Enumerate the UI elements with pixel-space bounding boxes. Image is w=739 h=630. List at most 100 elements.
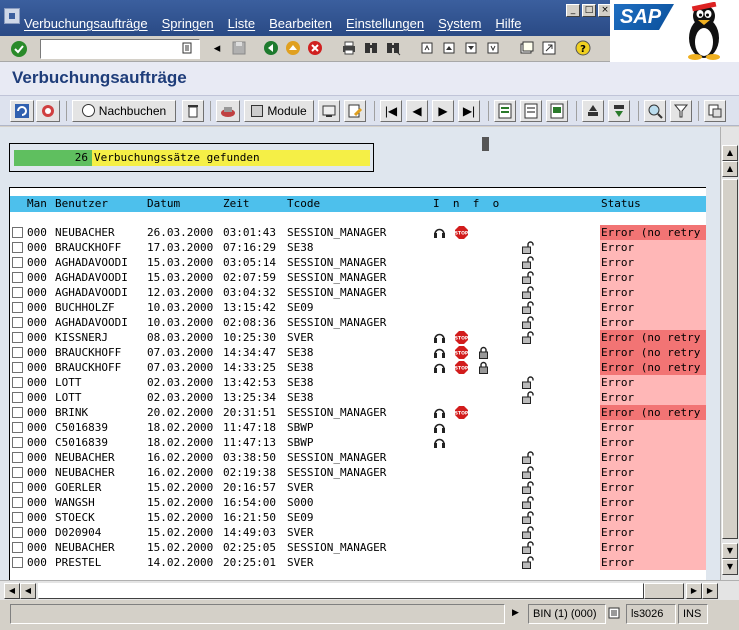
menu-bearbeiten[interactable]: Bearbeiten (269, 16, 332, 31)
cell-user[interactable]: LOTT (55, 375, 82, 390)
last-page-icon[interactable] (484, 40, 502, 58)
cell-user[interactable]: WANGSH (55, 495, 95, 510)
table-row[interactable]: 000 STOECK 15.02.2000 16:21:50 SE09 Error (10, 510, 706, 525)
back-icon[interactable] (262, 40, 280, 58)
first-page-icon[interactable] (418, 40, 436, 58)
sort-ascending-button[interactable] (582, 100, 604, 122)
scroll-down-small-button[interactable]: ▼ (722, 543, 738, 559)
header-status[interactable]: Status (601, 196, 641, 212)
deselect-all-button[interactable] (520, 100, 542, 122)
scroll-left-button[interactable]: ◀ (4, 583, 20, 599)
cell-user[interactable]: NEUBACHER (55, 465, 115, 480)
row-select-checkbox[interactable] (12, 317, 23, 328)
row-select-checkbox[interactable] (12, 257, 23, 268)
command-history-icon[interactable] (180, 42, 194, 56)
previous-entry-button[interactable]: ◀ (406, 100, 428, 122)
nachbuchen-button[interactable]: Nachbuchen (72, 100, 176, 122)
cell-user[interactable]: NEUBACHER (55, 450, 115, 465)
cell-user[interactable]: AGHADAVOODI (55, 315, 128, 330)
scroll-right-small-button[interactable]: ▶ (686, 583, 702, 599)
row-select-checkbox[interactable] (12, 287, 23, 298)
row-select-checkbox[interactable] (12, 407, 23, 418)
cell-user[interactable]: BRINK (55, 405, 88, 420)
system-info-list-icon[interactable] (608, 607, 622, 621)
enter-check-icon[interactable] (10, 40, 28, 58)
table-row[interactable]: 000 LOTT 02.03.2000 13:25:34 SE38 Error (10, 390, 706, 405)
cell-user[interactable]: KISSNERJ (55, 330, 108, 345)
save-icon[interactable] (230, 40, 248, 58)
table-row[interactable]: 000 BUCHHOLZF 10.03.2000 13:15:42 SE09 Error (10, 300, 706, 315)
row-select-checkbox[interactable] (12, 482, 23, 493)
cell-user[interactable]: AGHADAVOODI (55, 270, 128, 285)
export-button[interactable] (704, 100, 726, 122)
cell-user[interactable]: BRAUCKHOFF (55, 345, 121, 360)
scroll-right-button[interactable]: ▶ (702, 583, 718, 599)
row-select-checkbox[interactable] (12, 497, 23, 508)
vertical-scroll-thumb[interactable] (722, 179, 738, 539)
table-row[interactable]: 000 NEUBACHER 26.03.2000 03:01:43 SESSION_MA… (10, 225, 706, 240)
table-row[interactable]: 000 AGHADAVOODI 12.03.2000 03:04:32 SESSION_… (10, 285, 706, 300)
find-icon[interactable] (362, 40, 380, 58)
header-man[interactable]: Man (27, 196, 47, 212)
cell-user[interactable]: BRAUCKHOFF (55, 240, 121, 255)
menu-liste[interactable]: Liste (228, 16, 255, 31)
select-block-button[interactable] (546, 100, 568, 122)
insert-mode-field[interactable]: INS (678, 604, 708, 624)
display-data-button[interactable] (318, 100, 340, 122)
cell-user[interactable]: NEUBACHER (55, 225, 115, 240)
table-row[interactable]: 000 BRAUCKHOFF 07.03.2000 14:33:25 SE38 STOP E… (10, 360, 706, 375)
cell-user[interactable]: LOTT (55, 390, 82, 405)
scroll-up-small-button[interactable]: ▲ (722, 161, 738, 177)
cell-user[interactable]: C5016839 (55, 420, 108, 435)
header-info[interactable]: I n f o (433, 196, 499, 212)
row-select-checkbox[interactable] (12, 452, 23, 463)
cancel-icon[interactable] (306, 40, 324, 58)
scroll-left-small-button[interactable]: ◀ (20, 583, 36, 599)
command-field[interactable] (40, 39, 200, 59)
horizontal-scroll-track[interactable] (38, 583, 644, 599)
cell-user[interactable]: BUCHHOLZF (55, 300, 115, 315)
header-benutzer[interactable]: Benutzer (55, 196, 108, 212)
row-select-checkbox[interactable] (12, 437, 23, 448)
table-row[interactable]: 000 BRAUCKHOFF 17.03.2000 07:16:29 SE38 Error (10, 240, 706, 255)
next-page-icon[interactable] (462, 40, 480, 58)
table-row[interactable]: 000 BRAUCKHOFF 07.03.2000 14:34:47 SE38 STOP E… (10, 345, 706, 360)
table-row[interactable]: 000 NEUBACHER 16.02.2000 03:38:50 SESSION_MA… (10, 450, 706, 465)
delete-button[interactable] (182, 100, 204, 122)
cell-user[interactable]: STOECK (55, 510, 95, 525)
previous-page-icon[interactable] (440, 40, 458, 58)
row-select-checkbox[interactable] (12, 557, 23, 568)
row-select-checkbox[interactable] (12, 242, 23, 253)
delete-records-button[interactable] (36, 100, 60, 122)
table-row[interactable]: 000 WANGSH 15.02.2000 16:54:00 S000 Error (10, 495, 706, 510)
table-row[interactable]: 000 LOTT 02.03.2000 13:42:53 SE38 Error (10, 375, 706, 390)
table-row[interactable]: 000 BRINK 20.02.2000 20:31:51 SESSION_MANAGE… (10, 405, 706, 420)
cell-user[interactable]: D020904 (55, 525, 101, 540)
module-button[interactable]: Module (244, 100, 314, 122)
select-all-button[interactable] (494, 100, 516, 122)
help-icon[interactable]: ? (574, 40, 592, 58)
system-info-field[interactable]: BIN (1) (000) (528, 604, 606, 624)
header-tcode[interactable]: Tcode (287, 196, 320, 212)
table-row[interactable]: 000 D020904 15.02.2000 14:49:03 SVER Error (10, 525, 706, 540)
first-entry-button[interactable]: |◀ (380, 100, 402, 122)
cell-user[interactable]: NEUBACHER (55, 540, 115, 555)
status-expand-arrow-icon[interactable]: ▶ (512, 608, 519, 618)
table-row[interactable]: 000 NEUBACHER 15.02.2000 02:25:05 SESSION_MA… (10, 540, 706, 555)
minimize-button[interactable]: _ (566, 4, 580, 17)
menu-springen[interactable]: Springen (162, 16, 214, 31)
row-select-checkbox[interactable] (12, 392, 23, 403)
row-select-checkbox[interactable] (12, 512, 23, 523)
search-button[interactable] (644, 100, 666, 122)
table-row[interactable]: 000 PRESTEL 14.02.2000 20:25:01 SVER Error (10, 555, 706, 570)
row-select-checkbox[interactable] (12, 422, 23, 433)
menu-system[interactable]: System (438, 16, 481, 31)
horizontal-scrollbar[interactable]: ◀ ◀ ▶ ▶ (0, 580, 739, 600)
last-entry-button[interactable]: ▶| (458, 100, 480, 122)
row-select-checkbox[interactable] (12, 542, 23, 553)
table-row[interactable]: 000 C5016839 18.02.2000 11:47:18 SBWP Error (10, 420, 706, 435)
display-header-button[interactable] (216, 100, 240, 122)
table-row[interactable]: 000 C5016839 18.02.2000 11:47:13 SBWP Error (10, 435, 706, 450)
scroll-up-button[interactable]: ▲ (722, 145, 738, 161)
scroll-down-button[interactable]: ▼ (722, 559, 738, 575)
